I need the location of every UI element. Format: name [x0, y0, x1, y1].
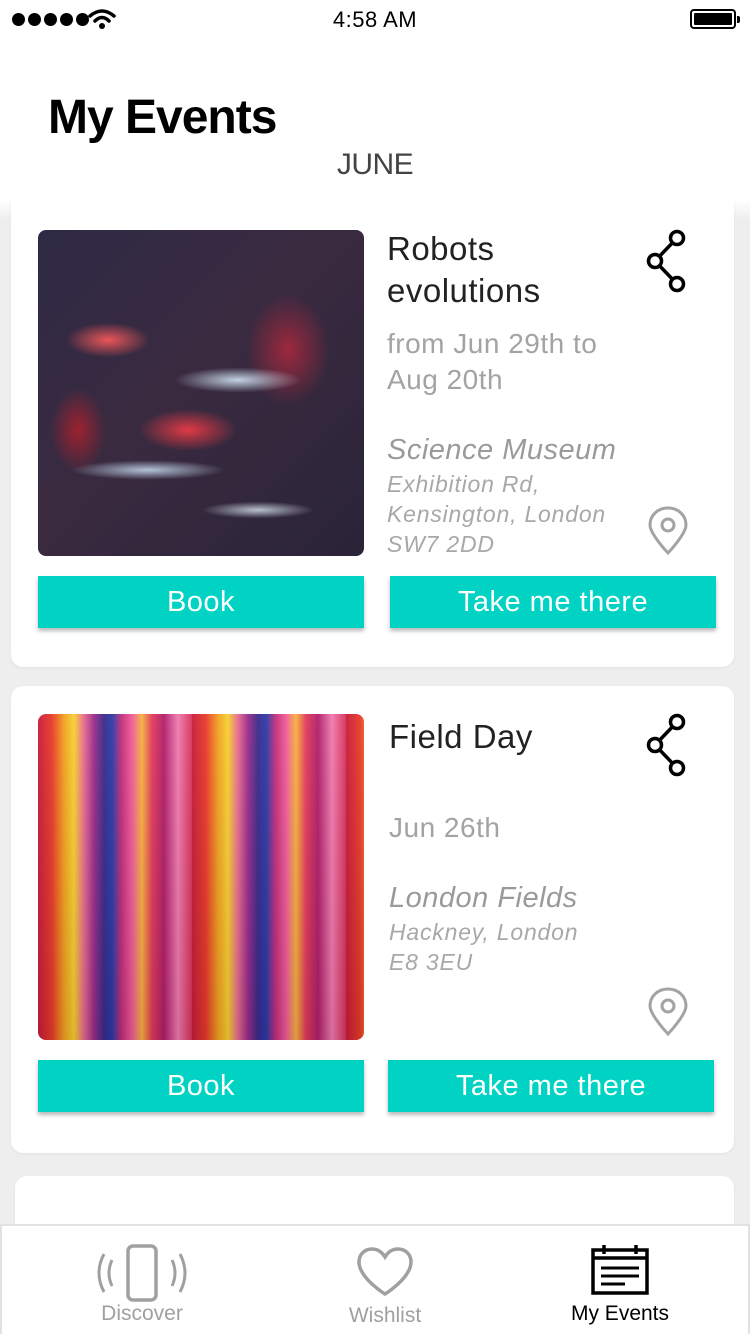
event-title: Field Day [389, 718, 533, 755]
calendar-icon [591, 1245, 649, 1295]
event-image[interactable] [38, 230, 364, 556]
location-pin-icon[interactable] [647, 506, 689, 556]
tab-bar: Discover Wishlist My Events [0, 1224, 750, 1334]
event-title: Robots evolutions [387, 230, 541, 309]
tab-label: Wishlist [348, 1304, 422, 1327]
take-me-there-button[interactable]: Take me there [390, 576, 716, 628]
tab-label: My Events [570, 1302, 670, 1325]
take-me-there-button[interactable]: Take me there [388, 1060, 714, 1112]
tab-label: Discover [101, 1302, 183, 1325]
book-button[interactable]: Book [38, 1060, 364, 1112]
event-card[interactable] [15, 1176, 734, 1225]
tab-wishlist[interactable]: Wishlist [320, 1226, 450, 1334]
battery-icon [690, 9, 740, 29]
venue-address: Exhibition Rd, Kensington, London SW7 2D… [387, 471, 607, 557]
tab-my-events[interactable]: My Events [550, 1226, 690, 1334]
event-card[interactable]: Robots evolutions from Jun 29th to Aug 2… [11, 200, 734, 667]
status-bar: 4:58 AM [0, 0, 750, 40]
event-dates: from Jun 29th to Aug 20th [387, 328, 598, 395]
month-label: JUNE [336, 148, 414, 181]
event-image[interactable] [38, 714, 364, 1040]
tab-discover[interactable]: Discover [72, 1226, 212, 1334]
book-button[interactable]: Book [38, 576, 364, 628]
venue-name: London Fields [389, 882, 578, 914]
events-list[interactable]: Robots evolutions from Jun 29th to Aug 2… [0, 200, 750, 1225]
venue-address: Hackney, London E8 3EU [389, 919, 579, 975]
page-title: My Events [48, 91, 277, 144]
event-card[interactable]: Field Day Jun 26th London Fields Hackney… [11, 686, 734, 1153]
share-icon[interactable] [645, 228, 689, 294]
heart-icon [357, 1247, 413, 1297]
share-icon[interactable] [645, 712, 689, 778]
phone-vibrate-icon [97, 1244, 187, 1302]
status-time: 4:58 AM [332, 7, 418, 32]
location-pin-icon[interactable] [647, 987, 689, 1037]
event-dates: Jun 26th [389, 812, 501, 843]
venue-name: Science Museum [387, 434, 617, 466]
